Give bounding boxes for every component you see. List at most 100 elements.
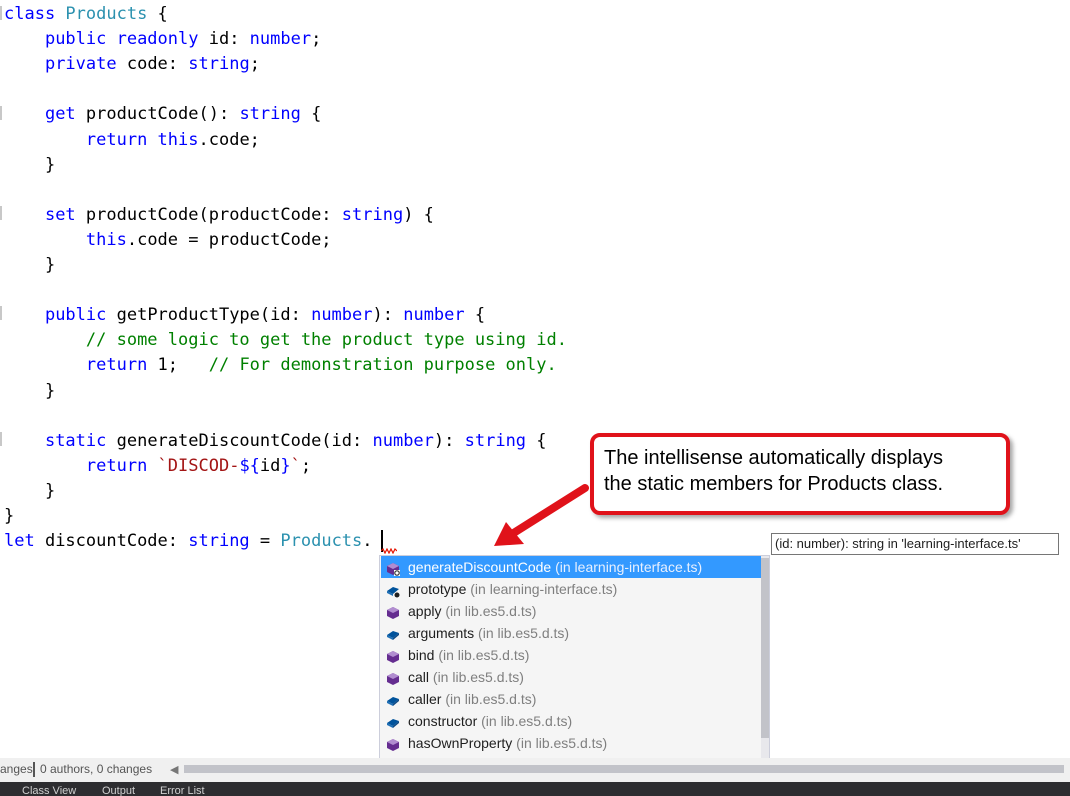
tab-class-view[interactable]: Class View: [22, 785, 76, 796]
code-token: {: [147, 4, 168, 24]
annotation-callout: The intellisense automatically displays …: [590, 433, 1010, 515]
field-star-icon: [386, 582, 400, 598]
completion-item[interactable]: caller (in lib.es5.d.ts): [381, 688, 761, 710]
completion-item-source: (in lib.es5.d.ts): [432, 669, 524, 685]
code-token: ):: [433, 430, 465, 451]
code-token: number: [372, 430, 434, 451]
code-token: `DISCOD-: [157, 455, 240, 476]
code-line: return this.code;: [4, 128, 260, 153]
codelens-authors[interactable]: 0 authors, 0 changes: [40, 762, 152, 776]
code-token: ${: [239, 455, 260, 476]
code-token: ;: [300, 455, 312, 476]
code-token: ):: [372, 305, 404, 326]
field-icon: [386, 626, 400, 640]
completion-item-source: (in lib.es5.d.ts): [481, 713, 573, 729]
completion-item-name: generateDiscountCode: [408, 559, 552, 575]
error-squiggle: [381, 548, 397, 554]
tab-error-list[interactable]: Error List: [160, 785, 205, 796]
code-line: get productCode(): string {: [4, 102, 321, 127]
code-token: productCode(productCode:: [85, 204, 342, 225]
code-token: .code = productCode;: [126, 229, 332, 250]
code-token: string: [464, 430, 527, 451]
completion-item-source: (in lib.es5.d.ts): [445, 691, 537, 707]
code-token: .: [362, 531, 373, 552]
completion-item-label: arguments (in lib.es5.d.ts): [408, 622, 569, 644]
code-token: number: [311, 305, 373, 326]
completion-item-source: (in lib.es5.d.ts): [445, 603, 537, 619]
horizontal-scrollbar-thumb[interactable]: [184, 765, 1064, 773]
completion-item-label: call (in lib.es5.d.ts): [408, 666, 524, 688]
completion-item-name: arguments: [408, 625, 475, 641]
callout-line-1: The intellisense automatically displays: [604, 447, 944, 469]
completion-item-name: call: [408, 669, 430, 685]
completion-item-label: hasOwnProperty (in lib.es5.d.ts): [408, 732, 607, 754]
completion-scrollbar-thumb[interactable]: [761, 558, 769, 738]
completion-item-label: bind (in lib.es5.d.ts): [408, 644, 529, 666]
completion-item-name: apply: [408, 603, 442, 619]
field-icon: [386, 692, 400, 706]
code-token: Products: [280, 531, 363, 552]
method-icon: [386, 648, 400, 663]
code-token: ;: [249, 54, 260, 75]
code-token: ;: [311, 29, 322, 50]
completion-item-name: hasOwnProperty: [408, 735, 513, 751]
code-token: 1;: [157, 355, 209, 376]
code-token: getProductType(id:: [116, 305, 312, 326]
method-icon: [386, 736, 400, 751]
completion-item-source: (in learning-interface.ts): [555, 559, 703, 575]
code-token: this: [157, 129, 199, 150]
completion-item-name: constructor: [408, 713, 478, 729]
code-token: static: [44, 430, 117, 451]
code-line: public readonly id: number;: [4, 27, 321, 52]
method-icon: [386, 604, 400, 619]
completion-item[interactable]: prototype (in learning-interface.ts): [381, 578, 761, 600]
code-token: {: [464, 305, 486, 326]
completion-item[interactable]: hasOwnProperty (in lib.es5.d.ts): [381, 732, 761, 754]
code-token: get: [44, 104, 86, 125]
code-token: private: [44, 54, 127, 75]
completion-item[interactable]: bind (in lib.es5.d.ts): [381, 644, 761, 666]
code-line: // some logic to get the product type us…: [4, 328, 567, 353]
completion-item-source: (in lib.es5.d.ts): [478, 625, 570, 641]
completion-item-source: (in lib.es5.d.ts): [516, 735, 608, 751]
code-token: public readonly: [44, 29, 209, 50]
completion-item[interactable]: call (in lib.es5.d.ts): [381, 666, 761, 688]
tab-output[interactable]: Output: [102, 785, 135, 796]
code-line: }: [4, 253, 55, 278]
code-line: this.code = productCode;: [4, 228, 332, 253]
bottom-tool-tabs: Class View Output Error List: [0, 782, 1070, 796]
code-token: .code;: [198, 129, 260, 150]
code-line: private code: string;: [4, 52, 260, 77]
completion-item-name: caller: [408, 691, 442, 707]
outline-marker: [0, 206, 2, 220]
code-token: string: [188, 54, 250, 75]
code-token: }: [4, 480, 56, 501]
completion-item[interactable]: arguments (in lib.es5.d.ts): [381, 622, 761, 644]
code-token: number: [403, 305, 465, 326]
signature-tooltip: (id: number): string in 'learning-interf…: [771, 533, 1059, 555]
completion-item[interactable]: constructor (in lib.es5.d.ts): [381, 710, 761, 732]
method-icon: [386, 670, 400, 685]
code-token: {: [526, 430, 547, 451]
code-token: id: [259, 455, 281, 476]
completion-item-label: prototype (in learning-interface.ts): [408, 578, 617, 600]
codelens-bar: anges 0 authors, 0 changes ◀: [0, 758, 1070, 782]
code-token: Products: [65, 4, 148, 24]
outline-marker: [0, 432, 2, 446]
code-token: class: [4, 4, 66, 24]
code-token: ) {: [403, 204, 434, 225]
code-token: id:: [208, 29, 250, 50]
horizontal-scrollbar[interactable]: ◀: [170, 762, 1070, 776]
completion-item[interactable]: generateDiscountCode (in learning-interf…: [381, 556, 761, 578]
codelens-separator: [33, 762, 35, 777]
scroll-left-icon[interactable]: ◀: [170, 763, 178, 776]
completion-item[interactable]: apply (in lib.es5.d.ts): [381, 600, 761, 622]
completion-item-source: (in learning-interface.ts): [470, 581, 618, 597]
codelens-changes[interactable]: anges: [0, 762, 33, 776]
